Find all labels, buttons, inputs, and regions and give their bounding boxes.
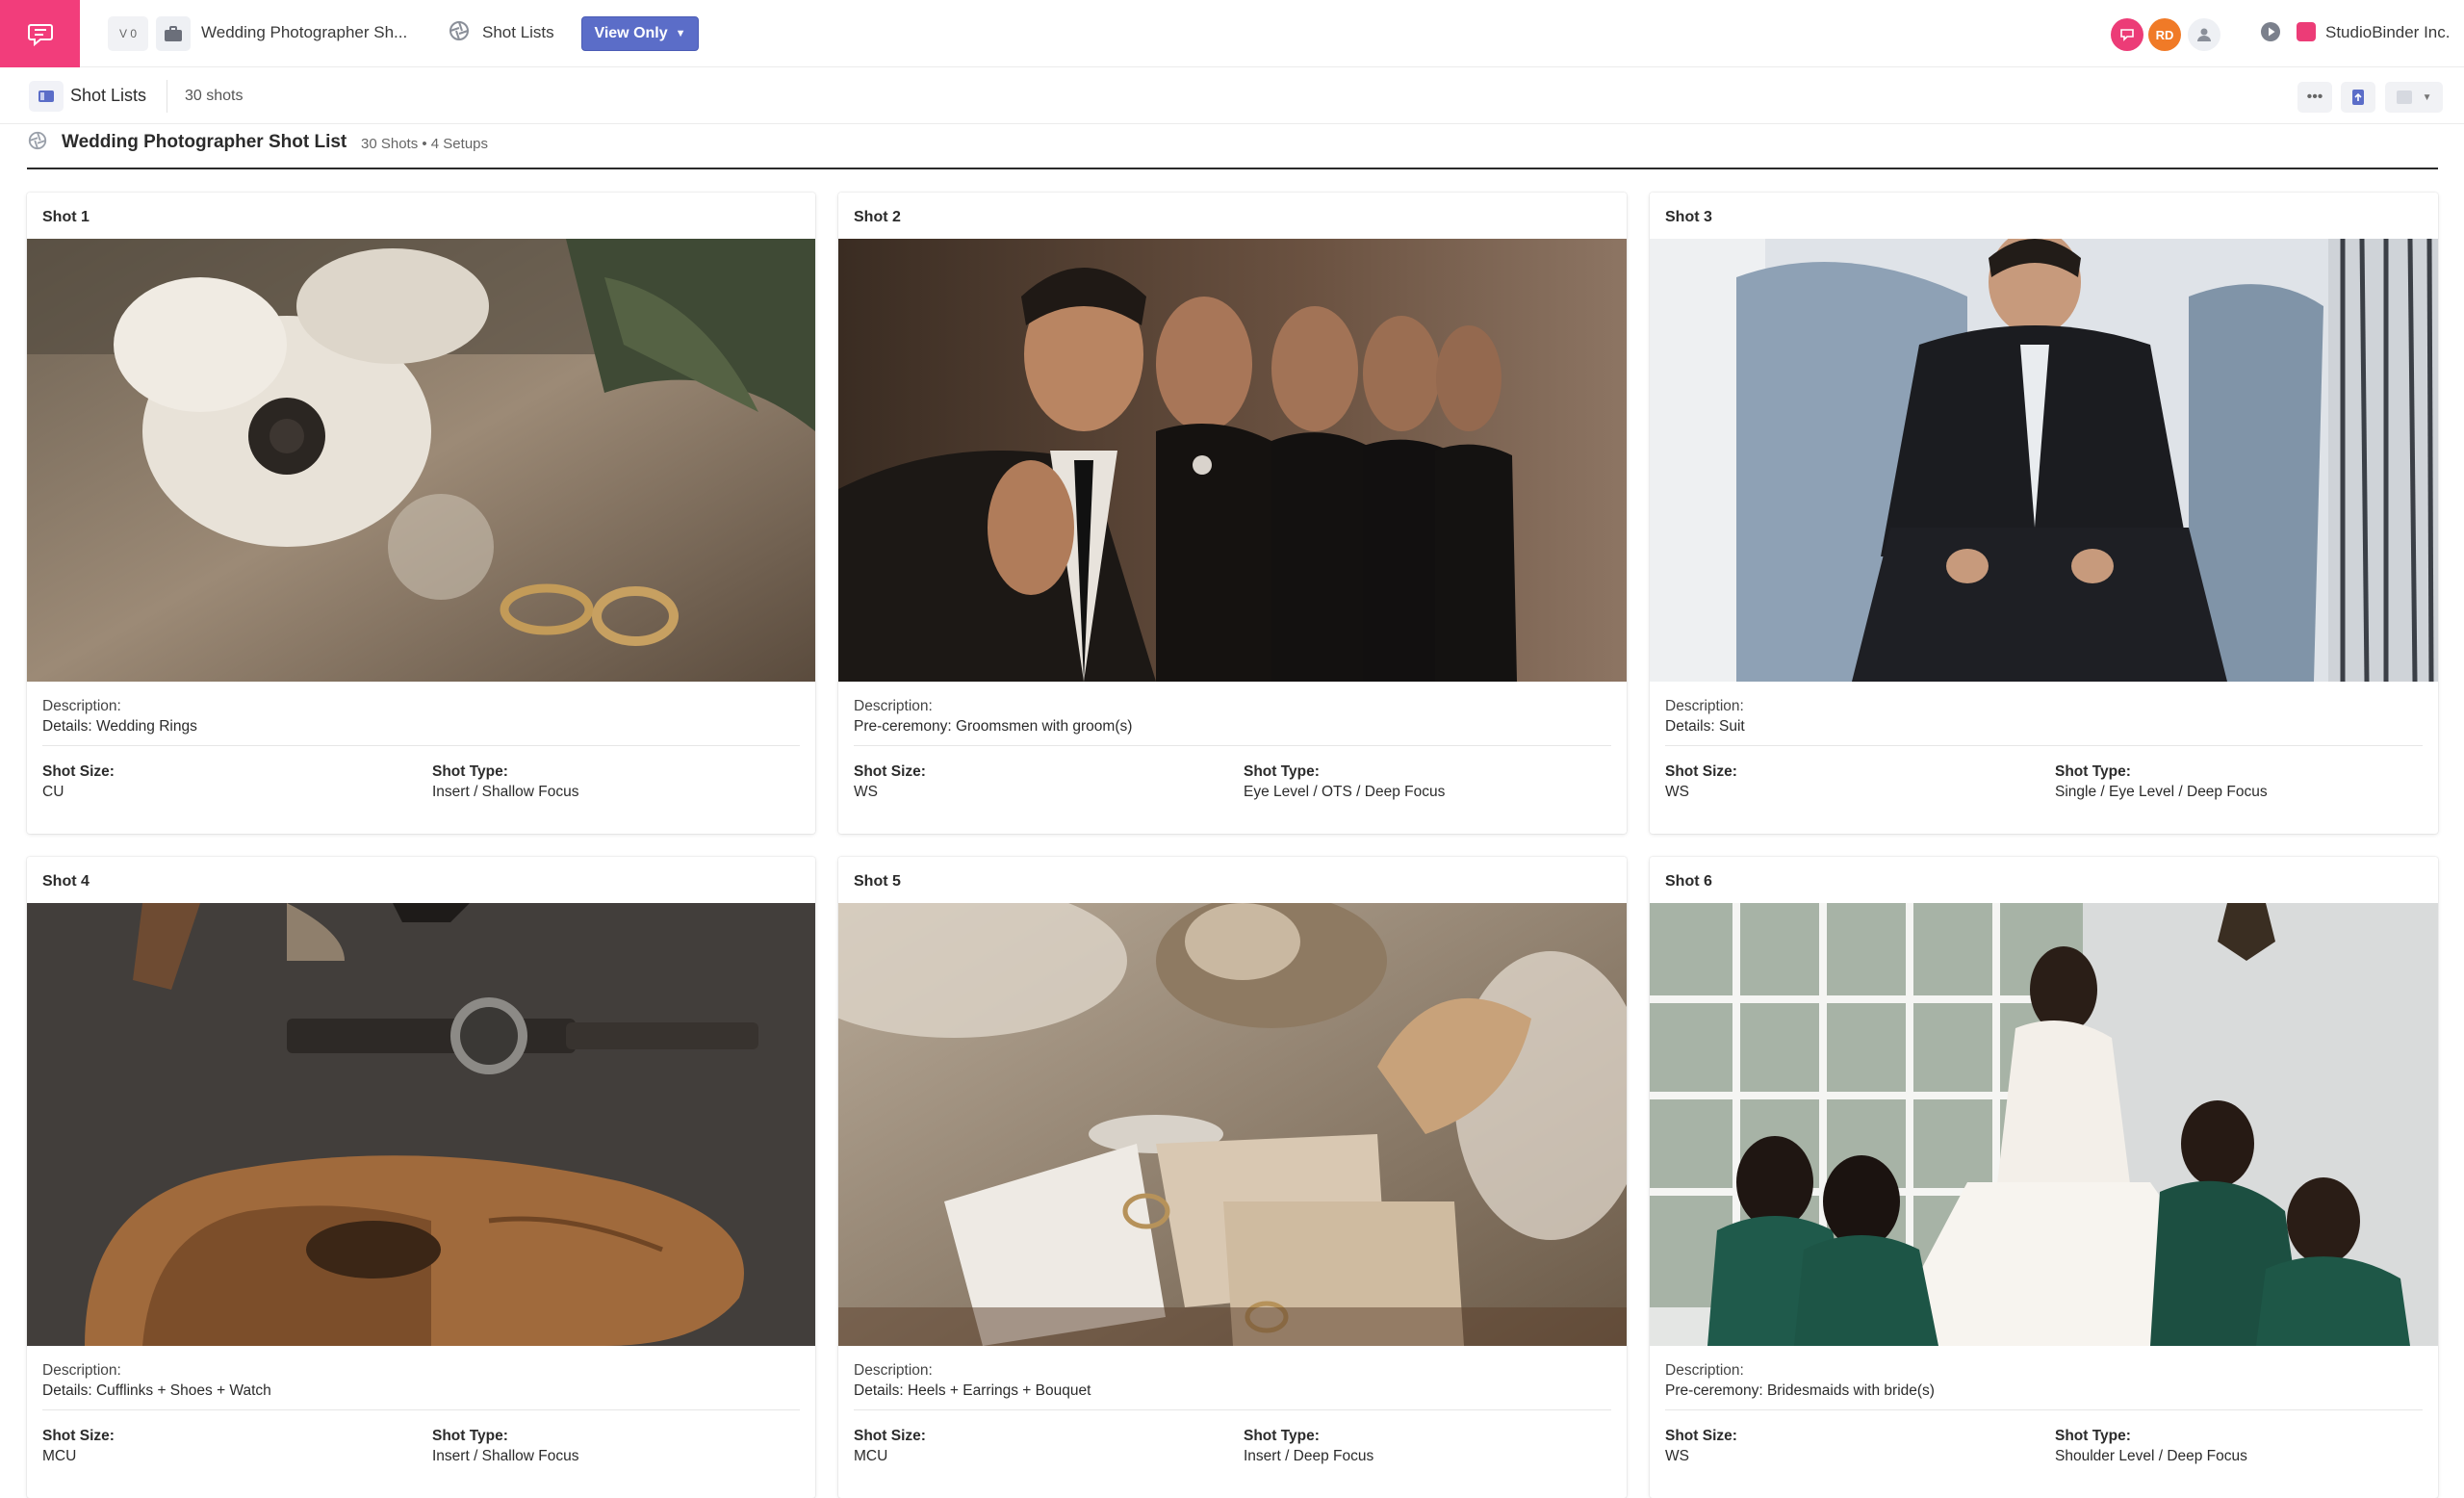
divider [42, 1409, 800, 1410]
shot-size-label: Shot Size: [42, 1428, 115, 1444]
shot-size-label: Shot Size: [854, 1428, 926, 1444]
shot-type-label: Shot Type: [2055, 1428, 2131, 1444]
shot-number: Shot 4 [42, 873, 90, 890]
shot-list-panel-icon[interactable] [29, 81, 64, 112]
shot-size-value: CU [42, 784, 64, 800]
shot-card[interactable]: Shot 1 Description: Details: Wedding Rin… [27, 193, 815, 834]
project-name-link[interactable]: Wedding Photographer Sh... [201, 23, 407, 42]
view-only-label: View Only [594, 25, 668, 41]
shot-card[interactable]: Shot 2 Description: Pre-ceremony: Grooms… [838, 193, 1627, 834]
shot-size-label: Shot Size: [854, 763, 926, 780]
shot-thumbnail-image[interactable] [838, 903, 1627, 1346]
shot-type-value: Shoulder Level / Deep Focus [2055, 1448, 2247, 1464]
view-only-dropdown[interactable]: View Only ▼ [581, 16, 699, 51]
description-label: Description: [1665, 1362, 1744, 1379]
play-circle-icon[interactable] [2259, 20, 2282, 43]
shot-type-value: Insert / Deep Focus [1244, 1448, 1374, 1464]
shot-card[interactable]: Shot 6 Description: Pre-ceremony: Brides… [1650, 857, 2438, 1498]
shot-size-value: WS [1665, 784, 1689, 800]
description-label: Description: [42, 1362, 121, 1379]
project-briefcase-icon[interactable] [156, 16, 191, 51]
layout-view-dropdown[interactable]: ▼ [2385, 82, 2443, 113]
shot-type-label: Shot Type: [432, 1428, 508, 1444]
version-button[interactable]: V 0 [108, 16, 148, 51]
shot-type-label: Shot Type: [432, 763, 508, 780]
shot-count: 30 shots [185, 88, 244, 104]
shot-thumbnail-image[interactable] [27, 903, 815, 1346]
shot-list-title: Wedding Photographer Shot List [62, 132, 347, 152]
shot-card[interactable]: Shot 4 Description: Details: Cufflinks +… [27, 857, 815, 1498]
shot-type-label: Shot Type: [1244, 1428, 1320, 1444]
export-button[interactable] [2341, 82, 2375, 113]
shot-type-label: Shot Type: [1244, 763, 1320, 780]
shot-thumbnail-image[interactable] [838, 239, 1627, 682]
description-value: Details: Heels + Earrings + Bouquet [854, 1382, 1091, 1399]
top-navigation-bar: V 0 Wedding Photographer Sh... Shot List… [0, 0, 2464, 67]
shot-type-value: Eye Level / OTS / Deep Focus [1244, 784, 1446, 800]
avatar-rd[interactable]: RD [2148, 18, 2181, 51]
chat-logo-icon [27, 24, 53, 47]
shot-size-label: Shot Size: [42, 763, 115, 780]
divider [1665, 1409, 2423, 1410]
description-value: Details: Cufflinks + Shoes + Watch [42, 1382, 271, 1399]
chat-bubble-icon [2120, 29, 2134, 41]
shot-number: Shot 6 [1665, 873, 1712, 890]
divider [854, 1409, 1611, 1410]
shot-number: Shot 3 [1665, 209, 1712, 225]
company-logo-icon [2297, 22, 2316, 41]
divider [854, 745, 1611, 746]
shot-size-value: MCU [854, 1448, 888, 1464]
company-name[interactable]: StudioBinder Inc. [2325, 23, 2450, 42]
description-label: Description: [854, 1362, 933, 1379]
shot-number: Shot 1 [42, 209, 90, 225]
shot-size-value: MCU [42, 1448, 77, 1464]
shot-thumbnail-image[interactable] [27, 239, 815, 682]
shot-type-value: Insert / Shallow Focus [432, 1448, 579, 1464]
ellipsis-icon: ••• [2306, 89, 2323, 105]
description-value: Details: Wedding Rings [42, 718, 197, 735]
chevron-down-icon: ▼ [2422, 91, 2432, 103]
shot-number: Shot 2 [854, 209, 901, 225]
sub-title: Shot Lists [70, 86, 147, 105]
section-shot-lists-link[interactable]: Shot Lists [482, 23, 554, 42]
shot-list-aperture-icon [449, 21, 469, 40]
chevron-down-icon: ▼ [675, 28, 686, 39]
shot-type-value: Single / Eye Level / Deep Focus [2055, 784, 2268, 800]
shot-type-label: Shot Type: [2055, 763, 2131, 780]
avatar-studiobinder[interactable] [2111, 18, 2143, 51]
description-label: Description: [42, 698, 121, 714]
grid-view-icon [2396, 90, 2412, 104]
team-members-icon[interactable] [2188, 18, 2220, 51]
shot-type-value: Insert / Shallow Focus [432, 784, 579, 800]
description-value: Pre-ceremony: Groomsmen with groom(s) [854, 718, 1133, 735]
shot-size-value: WS [854, 784, 878, 800]
shot-list-header: Wedding Photographer Shot List 30 Shots … [27, 128, 2438, 169]
shot-card[interactable]: Shot 3 Description: Details: Suit Shot S… [1650, 193, 2438, 834]
description-value: Details: Suit [1665, 718, 1745, 735]
description-value: Pre-ceremony: Bridesmaids with bride(s) [1665, 1382, 1935, 1399]
sub-toolbar: Shot Lists 30 shots ••• ▼ [0, 68, 2464, 124]
divider [1665, 745, 2423, 746]
shot-thumbnail-image[interactable] [1650, 903, 2438, 1346]
shot-number: Shot 5 [854, 873, 901, 890]
shot-list-meta: 30 Shots • 4 Setups [361, 136, 489, 152]
divider [42, 745, 800, 746]
more-options-button[interactable]: ••• [2297, 82, 2332, 113]
shot-thumbnail-image[interactable] [1650, 239, 2438, 682]
app-logo-button[interactable] [0, 0, 80, 67]
shot-size-label: Shot Size: [1665, 1428, 1737, 1444]
shot-size-value: WS [1665, 1448, 1689, 1464]
document-export-icon [2352, 90, 2364, 105]
shot-size-label: Shot Size: [1665, 763, 1737, 780]
description-label: Description: [1665, 698, 1744, 714]
description-label: Description: [854, 698, 933, 714]
shot-card[interactable]: Shot 5 Description: Details: Heels + Ear… [838, 857, 1627, 1498]
aperture-icon [28, 131, 47, 150]
